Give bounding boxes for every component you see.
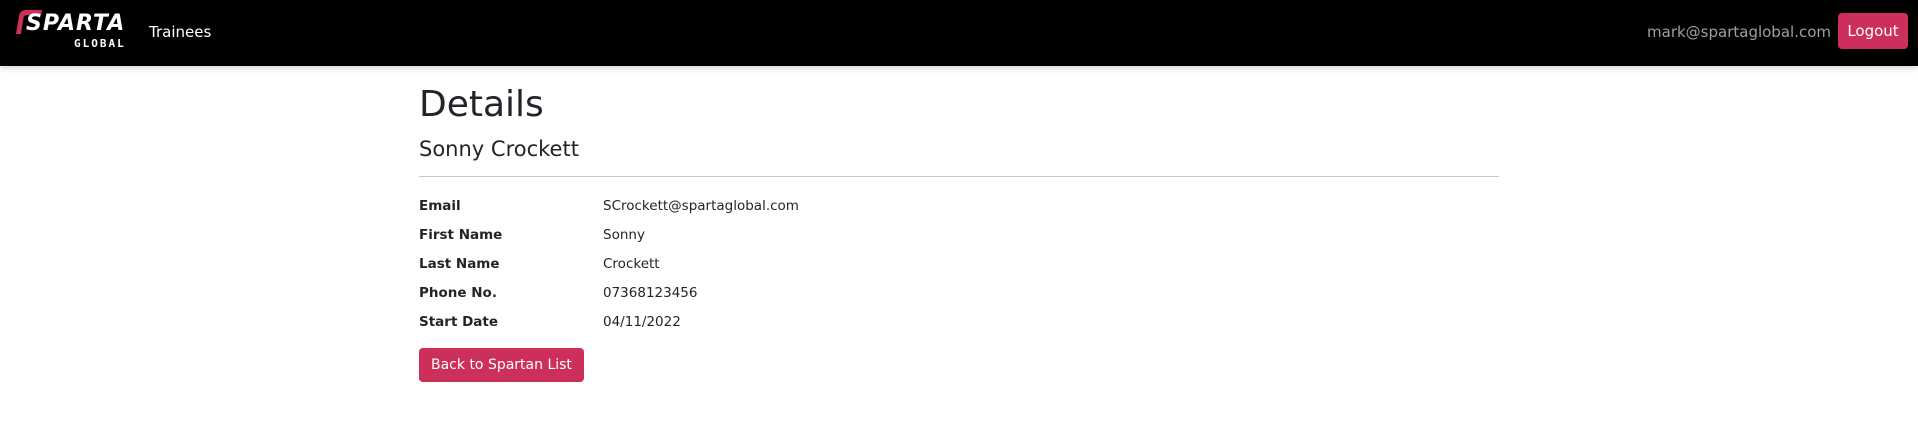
main-content: Details Sonny Crockett Email SCrockett@s… xyxy=(419,80,1499,382)
details-list: Email SCrockett@spartaglobal.com First N… xyxy=(419,191,1499,336)
detail-row-last-name: Last Name Crockett xyxy=(419,249,1499,278)
detail-label: First Name xyxy=(419,226,503,243)
brand-subname: GLOBAL xyxy=(74,37,126,50)
back-to-list-button[interactable]: Back to Spartan List xyxy=(419,348,584,382)
detail-row-email: Email SCrockett@spartaglobal.com xyxy=(419,191,1499,220)
detail-label: Last Name xyxy=(419,255,500,272)
brand-name: SPARTA xyxy=(26,11,126,36)
logout-button[interactable]: Logout xyxy=(1838,13,1908,49)
brand-logo-link[interactable]: SPARTA GLOBAL xyxy=(14,8,132,54)
detail-value: 04/11/2022 xyxy=(603,313,681,330)
user-email: mark@spartaglobal.com xyxy=(1647,23,1831,41)
trainee-name: Sonny Crockett xyxy=(419,137,579,161)
detail-label: Start Date xyxy=(419,313,499,330)
detail-row-start-date: Start Date 04/11/2022 xyxy=(419,307,1499,336)
detail-label: Email xyxy=(419,197,461,214)
detail-value: SCrockett@spartaglobal.com xyxy=(603,197,799,214)
detail-value: Crockett xyxy=(603,255,660,272)
nav-link-trainees[interactable]: Trainees xyxy=(149,21,211,43)
divider xyxy=(419,176,1499,177)
detail-value: Sonny xyxy=(603,226,645,243)
detail-row-phone: Phone No. 07368123456 xyxy=(419,278,1499,307)
detail-label: Phone No. xyxy=(419,284,497,301)
detail-value: 07368123456 xyxy=(603,284,698,301)
detail-row-first-name: First Name Sonny xyxy=(419,220,1499,249)
page-title: Details xyxy=(419,84,544,125)
top-navbar: SPARTA GLOBAL Trainees mark@spartaglobal… xyxy=(0,0,1918,66)
